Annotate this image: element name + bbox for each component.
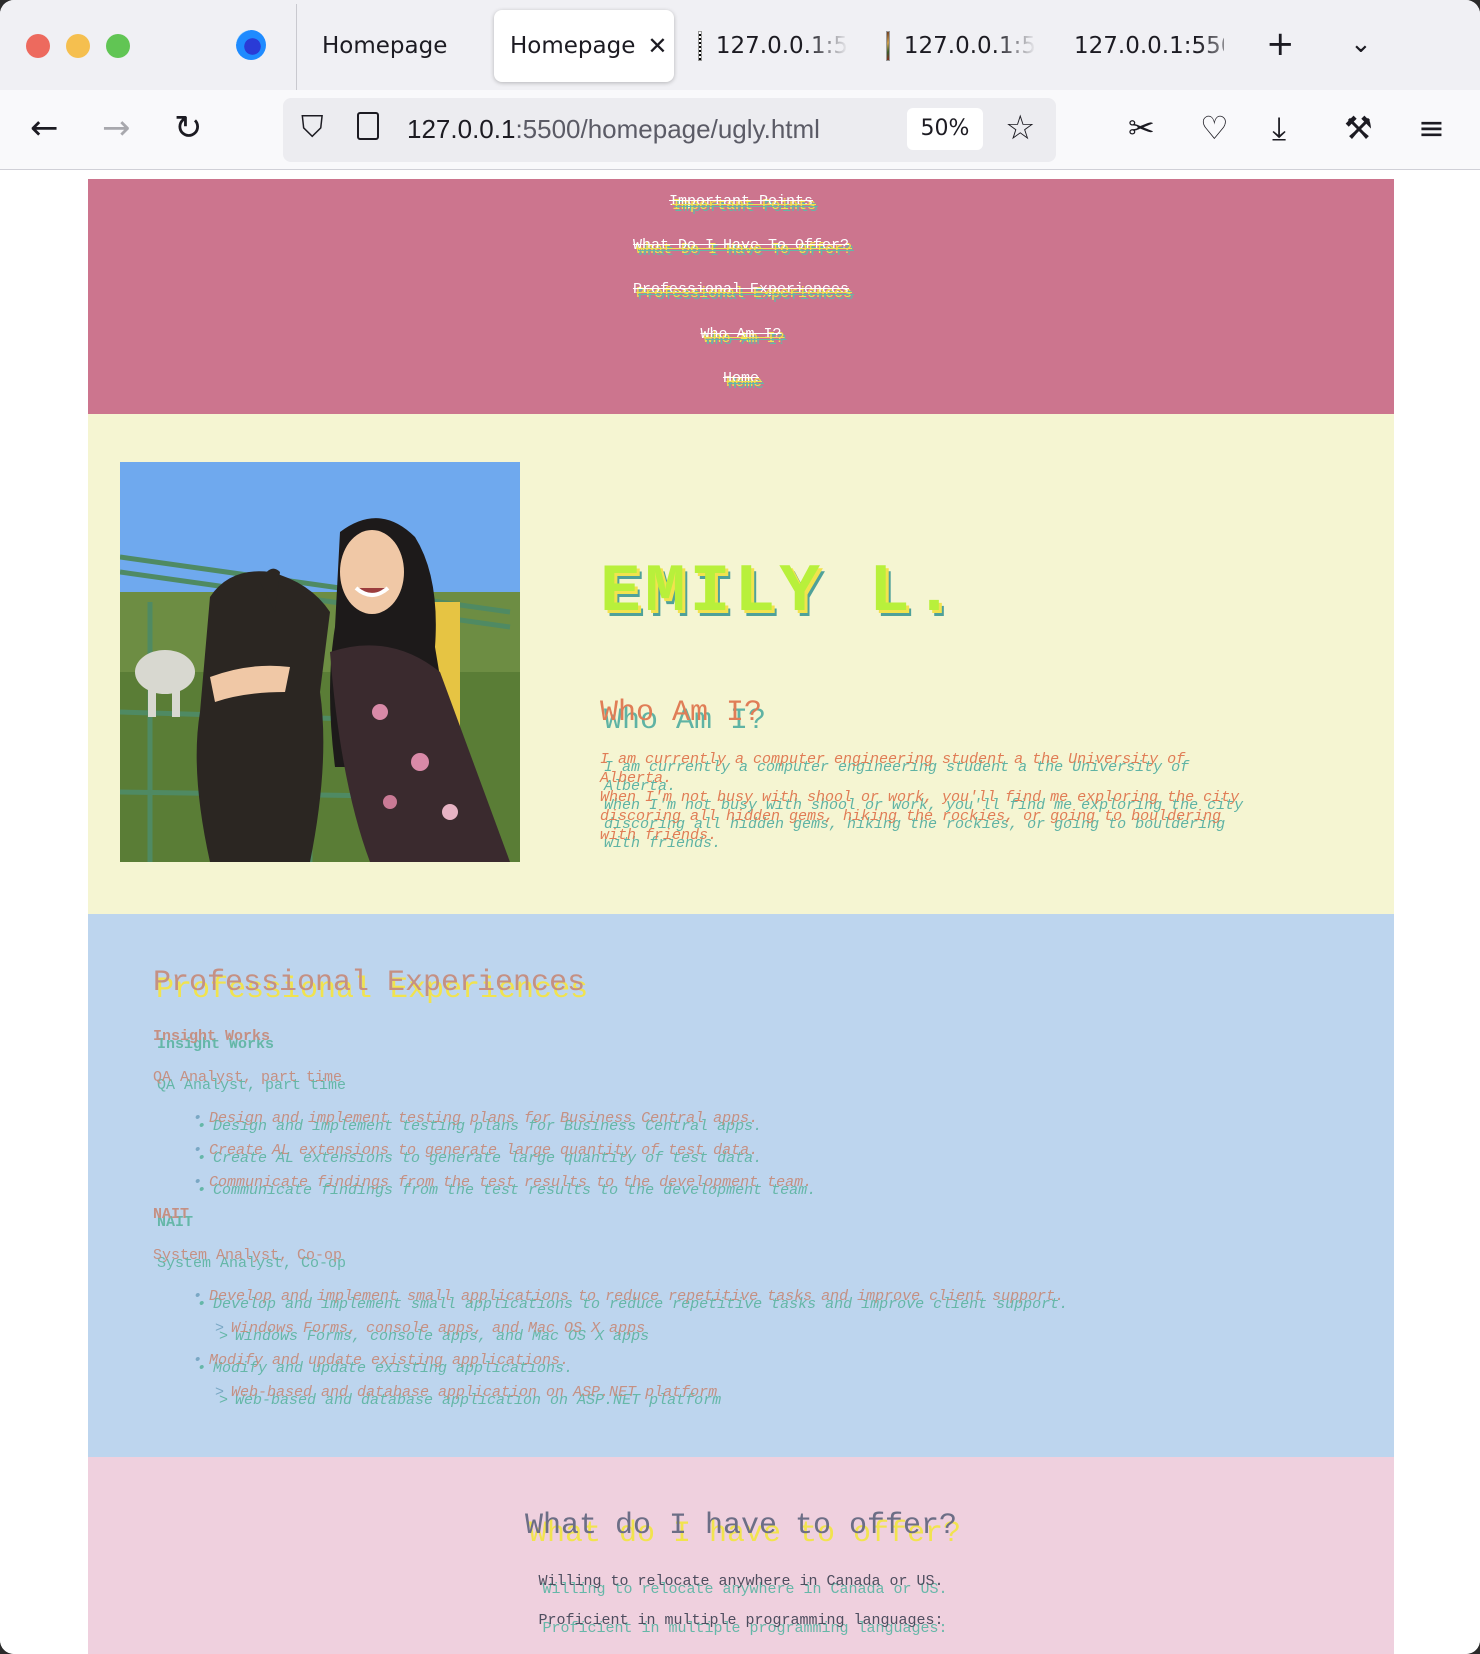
screenshot-icon[interactable]: ✂ [1128,108,1155,148]
back-arrow-icon[interactable]: ← [30,108,59,148]
tab-homepage-active[interactable]: Homepage ✕ [494,10,674,82]
nav-link-offer[interactable]: What Do I Have To Offer? [633,237,849,281]
list-item: Windows Forms, console apps, and Mac OS … [215,1320,1394,1337]
qr-favicon-icon [698,31,702,61]
pocket-icon[interactable]: ♡ [1200,108,1229,148]
zoom-reset-button[interactable]: 50% [907,108,983,150]
navigation-toolbar: ← → ↻ ⛉ 127.0.0.1:5500/homepage/ugly.htm… [0,90,1480,170]
tab-label: 127.0.0.1:5 [903,33,1036,59]
minimize-window-button[interactable] [66,34,90,58]
list-item: Web-based and database application on AS… [215,1384,1394,1401]
url-path: :5500/homepage/ugly.html [515,114,820,144]
forward-arrow-icon[interactable]: → [102,108,131,148]
url-host: 127.0.0.1 [407,114,516,144]
list-item: Communicate findings from the test resul… [193,1174,1394,1191]
hamburger-menu-icon[interactable]: ≡ [1418,108,1445,148]
site-nav: Important Points What Do I Have To Offer… [88,179,1394,414]
address-bar[interactable]: ⛉ 127.0.0.1:5500/homepage/ugly.html 50% … [283,98,1056,162]
bookmark-star-icon[interactable]: ☆ [1005,108,1035,148]
job-duties-list: Design and implement testing plans for B… [193,1110,1394,1191]
offer-heading: What do I have to offer? [524,1509,958,1543]
profile-photo [120,462,520,862]
new-tab-icon[interactable]: + [1266,24,1295,64]
tab-label: Homepage [510,33,636,59]
tab-localhost-3[interactable]: 127.0.0.1:5500 [1074,10,1224,82]
job-duties-list: Develop and implement small applications… [193,1288,1394,1401]
browser-window: Homepage Homepage ✕ 127.0.0.1:5 127.0.0.… [0,0,1480,1654]
list-item: Modify and update existing applications. [193,1352,1394,1369]
tab-label: Homepage [322,33,448,59]
page-viewport[interactable]: Important Points What Do I Have To Offer… [0,171,1480,1654]
about-section: EMILY L. Who Am I? I am currently a comp… [88,414,1394,914]
job-role: System Analyst, Co-op [153,1247,343,1264]
experience-section: Professional Experiences Insight Works Q… [88,914,1394,1457]
list-item: Create AL extensions to generate large q… [193,1142,1394,1159]
list-all-tabs-icon[interactable]: ⌄ [1350,24,1372,64]
tracking-shield-icon[interactable]: ⛉ [301,110,324,145]
downloads-icon[interactable]: ⤓ [1272,108,1286,148]
tab-strip: Homepage Homepage ✕ 127.0.0.1:5 127.0.0.… [0,0,1480,90]
offer-paragraph-1: Willing to relocate anywhere in Canada o… [538,1573,944,1590]
maximize-window-button[interactable] [106,34,130,58]
tab-localhost-2[interactable]: 127.0.0.1:5 [886,10,1036,82]
offer-section: What do I have to offer? Willing to relo… [88,1457,1394,1654]
list-item: Design and implement testing plans for B… [193,1110,1394,1127]
who-am-i-paragraph-1: I am currently a computer engineering st… [600,751,1186,787]
reload-icon[interactable]: ↻ [174,108,203,148]
page-info-icon[interactable] [357,112,379,140]
webpage: Important Points What Do I Have To Offer… [88,179,1394,1654]
nav-link-who-am-i[interactable]: Who Am I? [700,326,781,370]
list-item: Develop and implement small applications… [193,1288,1394,1305]
who-am-i-paragraph-2: When I'm not busy with shool or work, yo… [600,789,1240,844]
close-window-button[interactable] [26,34,50,58]
nav-link-important-points[interactable]: Important Points [669,193,813,237]
tab-localhost-1[interactable]: 127.0.0.1:5 [698,10,848,82]
profile-photo-illustration [120,462,520,862]
tab-divider [296,4,297,90]
company-name: NAIT [153,1206,190,1223]
hero-name: EMILY L. [600,554,959,631]
nav-link-home[interactable]: Home [723,370,759,414]
company-name: Insight Works [153,1028,271,1045]
tab-homepage-1[interactable]: Homepage [322,10,447,82]
wrench-icon[interactable]: ⚒ [1344,108,1373,148]
firefox-view-icon[interactable] [236,30,266,60]
url-text[interactable]: 127.0.0.1:5500/homepage/ugly.html [407,114,820,145]
close-tab-icon[interactable]: ✕ [647,32,667,60]
offer-paragraph-2: Proficient in multiple programming langu… [538,1612,944,1629]
tab-label: 127.0.0.1:5 [715,33,848,59]
art-favicon-icon [886,31,890,61]
who-am-i-heading: Who Am I? [600,696,763,730]
experience-heading: Professional Experiences [153,966,586,1000]
job-role: QA Analyst, part time [153,1069,343,1086]
tab-label: 127.0.0.1:5500 [1074,33,1224,59]
nav-link-experiences[interactable]: Professional Experiences [633,281,849,325]
